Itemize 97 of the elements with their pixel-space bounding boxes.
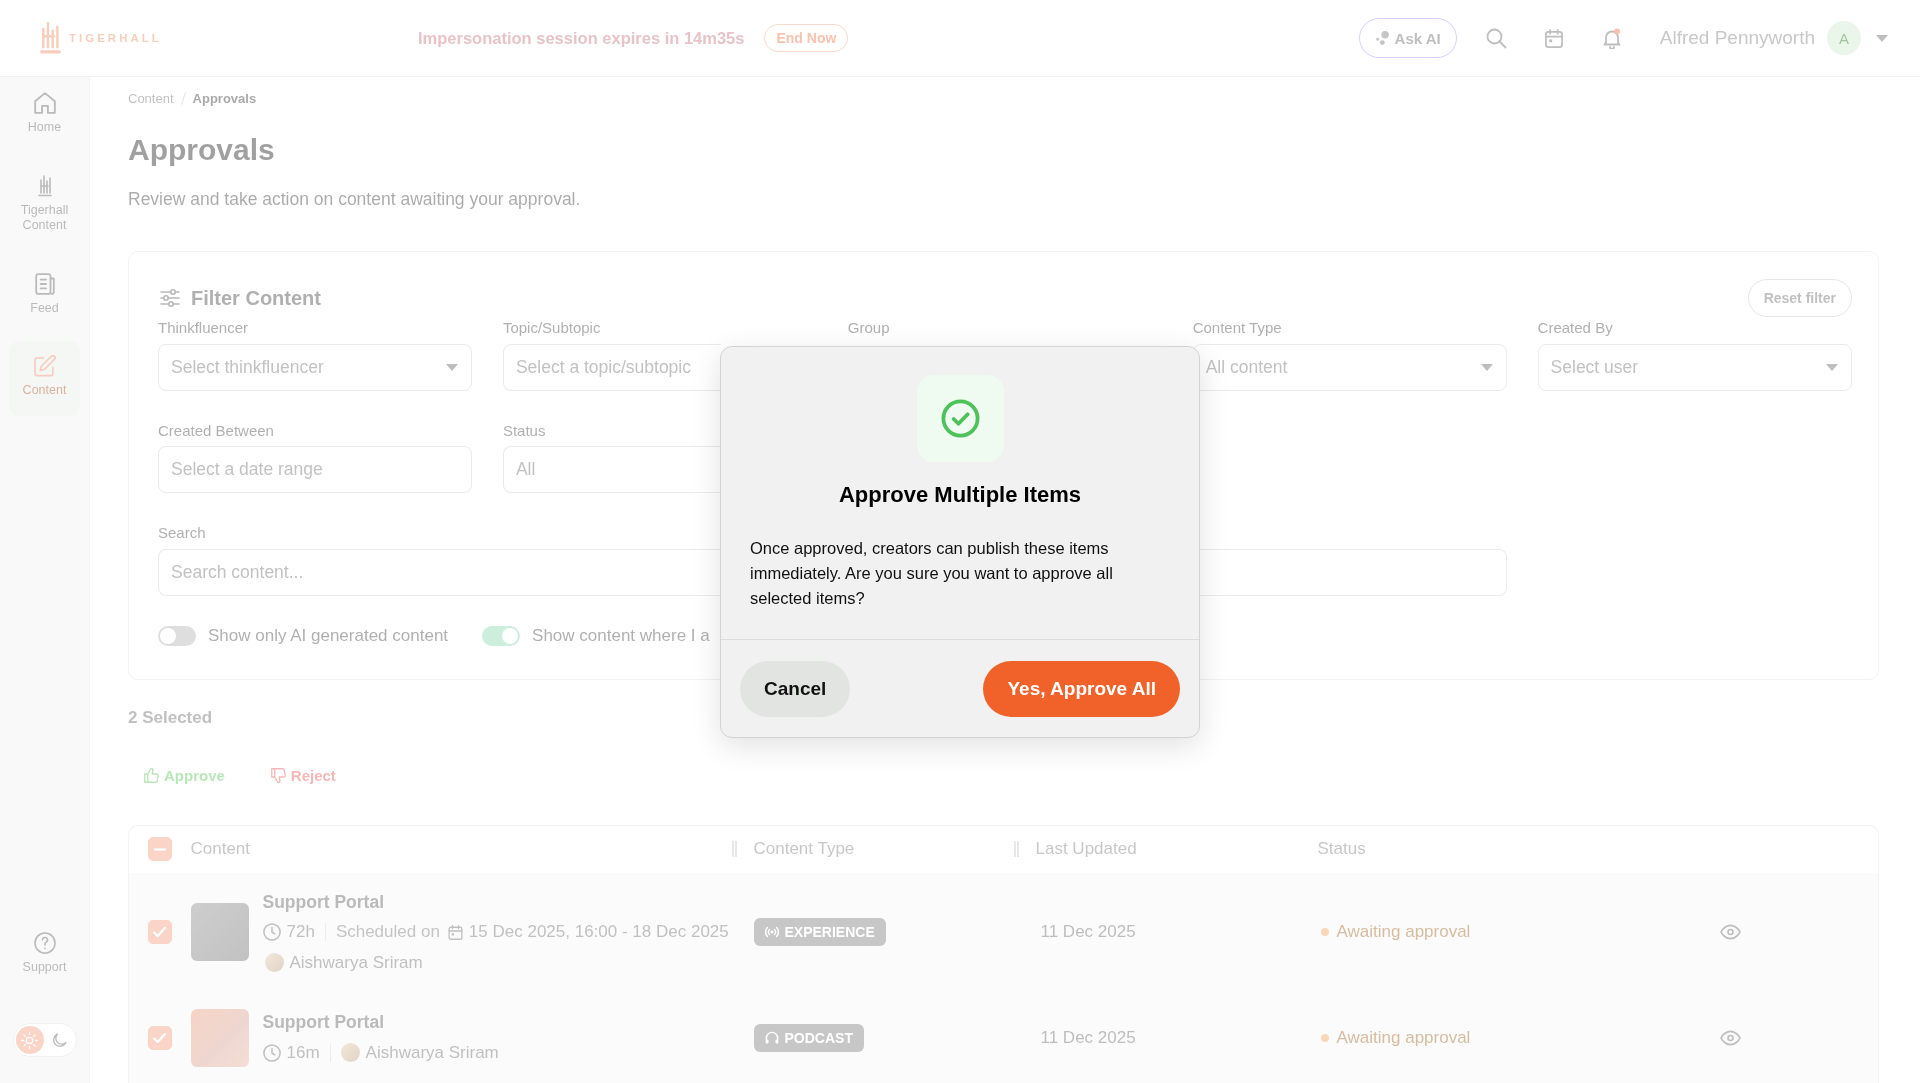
approve-button[interactable]: Approve xyxy=(128,760,237,791)
field-label: Topic/Subtopic xyxy=(502,319,602,337)
edit-icon xyxy=(33,355,56,377)
check-icon xyxy=(153,1032,166,1043)
resize-handle-icon[interactable] xyxy=(1013,841,1019,857)
thumbs-up-icon xyxy=(144,768,159,783)
clock-icon xyxy=(262,1043,281,1062)
help-icon xyxy=(33,931,56,954)
photo-placeholder xyxy=(190,903,249,961)
caret-down-icon xyxy=(446,363,459,371)
sliders-icon xyxy=(160,289,180,307)
caret-down-icon xyxy=(1481,363,1494,371)
author-name: Aishwarya Sriram xyxy=(365,1042,499,1063)
toggle-label: Show only AI generated content xyxy=(208,625,449,646)
search-icon[interactable] xyxy=(1485,27,1507,49)
table-row[interactable]: Support Portal 16m Aishwarya Sriram PODCAST 11 Dec 2025 Awaiting approval xyxy=(129,991,1878,1083)
nav-item[interactable]: Content xyxy=(9,341,80,416)
nav-item[interactable]: Feed xyxy=(9,258,80,333)
field-label: Created Between xyxy=(158,421,275,440)
nav-item[interactable]: Tigerhall Content xyxy=(9,160,80,251)
status-text: Awaiting approval xyxy=(1336,922,1471,942)
dropdown-field[interactable]: All content xyxy=(1192,343,1508,391)
column-header[interactable]: Content xyxy=(190,839,251,859)
support-button[interactable]: Support xyxy=(9,917,80,992)
filter-title: Filter Content xyxy=(191,286,321,310)
author-name: Aishwarya Sriram xyxy=(289,952,423,973)
column-header[interactable]: Last Updated xyxy=(1035,839,1137,859)
nav-item[interactable]: Home xyxy=(9,78,80,153)
select-all-checkbox[interactable] xyxy=(147,837,172,861)
eye-icon[interactable] xyxy=(1719,1029,1741,1046)
confirm-button[interactable]: Yes, Approve All xyxy=(983,660,1180,717)
sun-icon[interactable] xyxy=(15,1026,44,1054)
toggle-switch[interactable] xyxy=(482,625,521,646)
input-field[interactable]: All xyxy=(502,446,721,493)
column-header[interactable]: Status xyxy=(1317,839,1366,859)
caret-down-icon xyxy=(1826,363,1838,371)
field-label: Search xyxy=(158,524,207,542)
content-type-label: PODCAST xyxy=(784,1029,853,1046)
dropdown-field[interactable]: Select thinkfluencer xyxy=(158,343,473,391)
eye-icon[interactable] xyxy=(1719,924,1741,940)
logo-icon xyxy=(40,22,61,54)
thumbs-down-icon xyxy=(270,768,286,783)
resize-handle-icon[interactable] xyxy=(731,841,737,857)
content-title[interactable]: Support Portal xyxy=(262,1010,499,1035)
breadcrumb-link[interactable]: Content xyxy=(128,90,174,106)
content-title[interactable]: Support Portal xyxy=(262,889,729,914)
field-label: Status xyxy=(502,421,547,440)
broadcast-icon xyxy=(764,925,779,939)
check-icon xyxy=(153,927,166,937)
status-dot-icon xyxy=(1320,1033,1329,1042)
dialog-title: Approve Multiple Items xyxy=(838,481,1081,508)
photo-placeholder xyxy=(190,1008,249,1067)
breadcrumb-current: Approvals xyxy=(192,90,257,106)
headphones-icon xyxy=(764,1030,779,1045)
calendar-icon xyxy=(447,924,463,940)
field-label: Group xyxy=(847,319,891,337)
last-updated-date: 11 Dec 2025 xyxy=(1039,1027,1136,1048)
field-label: Created By xyxy=(1537,319,1614,337)
input-field[interactable]: Select a topic/subtopic xyxy=(502,343,721,391)
avatar-icon xyxy=(264,953,284,972)
clock-icon xyxy=(262,923,281,941)
selection-count: 2 Selected xyxy=(128,706,214,729)
status-text: Awaiting approval xyxy=(1336,1027,1471,1048)
notification-bell-icon[interactable] xyxy=(1602,27,1621,49)
input-field[interactable]: Select a date range xyxy=(158,446,473,493)
home-icon xyxy=(33,92,56,114)
user-name[interactable]: Alfred Pennyworth xyxy=(1659,27,1815,49)
document-icon xyxy=(33,272,56,295)
search-field[interactable] xyxy=(1200,548,1508,596)
sparkle-dots-icon xyxy=(1375,31,1389,45)
toggle-switch[interactable] xyxy=(158,625,196,646)
minus-icon xyxy=(153,847,166,851)
status-dot-icon xyxy=(1320,928,1329,936)
search-field[interactable]: Search content... xyxy=(158,548,720,596)
page-title: Approvals xyxy=(128,132,276,168)
page-subtitle: Review and take action on content awaiting your approval. xyxy=(128,188,582,211)
column-header[interactable]: Content Type xyxy=(753,839,855,859)
avatar-icon xyxy=(340,1043,360,1063)
dialog-message: Once approved, creators can publish these items immediately. Are you sure you want to approve all selected items? xyxy=(750,537,1114,609)
row-checkbox[interactable] xyxy=(147,920,172,944)
user-avatar[interactable]: A xyxy=(1827,21,1861,55)
row-checkbox[interactable] xyxy=(147,1025,172,1050)
schedule-dates: 15 Dec 2025, 16:00 - 18 Dec 2025 xyxy=(468,922,729,942)
content-type-label: EXPERIENCE xyxy=(784,924,875,940)
duration-text: 16m xyxy=(286,1042,320,1063)
reject-button[interactable]: Reject xyxy=(254,760,348,791)
cancel-button[interactable]: Cancel xyxy=(740,660,851,717)
session-timer-text: Impersonation session expires in 14m35s xyxy=(418,28,745,48)
calendar-icon[interactable] xyxy=(1544,27,1563,49)
duration-text: 72h xyxy=(286,922,315,942)
field-label: Content Type xyxy=(1192,319,1283,337)
logo-text: TIGERHALL xyxy=(69,32,162,44)
dropdown-field[interactable]: Select user xyxy=(1537,343,1852,391)
field-label: Thinkfluencer xyxy=(158,319,250,337)
last-updated-date: 11 Dec 2025 xyxy=(1039,922,1136,942)
toggle-label: Show content where I a xyxy=(532,625,710,646)
caret-down-icon[interactable] xyxy=(1876,34,1888,42)
